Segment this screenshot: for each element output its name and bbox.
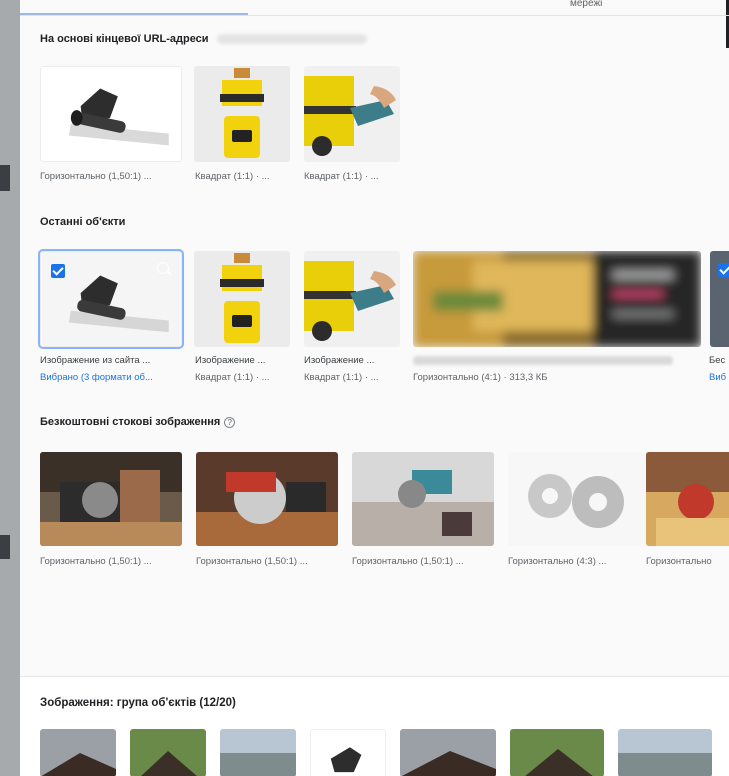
selected-group-bar: Зображення: група об'єктів (12/20): [20, 676, 729, 776]
image-tile-vacuum[interactable]: [194, 66, 290, 162]
tile-title: Изображение ...: [304, 355, 375, 366]
stock-tile-gears[interactable]: [508, 452, 650, 546]
saw-image: [646, 452, 729, 546]
tile-caption: Квадрат (1:1) · ...: [195, 171, 270, 182]
tab-bar: мережі: [20, 0, 729, 16]
section-title-url: На основі кінцевої URL-адреси: [40, 33, 367, 45]
tile-caption: Горизонтально (1,50:1) ...: [352, 556, 464, 567]
vacuum-use-image: [304, 66, 400, 162]
tile-caption: Горизонтально (4:3) ...: [508, 556, 607, 567]
tile-title: Бес: [709, 355, 726, 366]
vacuum-image: [194, 66, 290, 162]
group-thumb-cliff[interactable]: [220, 729, 296, 776]
group-thumb-house-2[interactable]: [510, 729, 604, 776]
banner-image-blurred: [413, 251, 701, 347]
tile-caption: Квадрат (1:1) · ...: [195, 372, 270, 383]
backdrop-page-strip: [0, 0, 20, 776]
tile-status-link[interactable]: Виб: [709, 372, 729, 383]
section-title-stock: Безкоштовні стокові зображення?: [40, 416, 236, 428]
tile-caption: Горизонтально (1,50:1) ...: [40, 556, 152, 567]
stock-tile-saw-partial[interactable]: [646, 452, 729, 546]
group-thumb-house[interactable]: [130, 729, 206, 776]
selected-checkbox-icon[interactable]: [718, 263, 729, 277]
recent-tile-vacuum-use[interactable]: [304, 251, 400, 347]
group-title: Зображення: група об'єктів (12/20): [40, 697, 236, 709]
tile-caption: Квадрат (1:1) · ...: [304, 372, 379, 383]
url-redacted: [216, 34, 367, 45]
recent-tile-banner[interactable]: [413, 251, 701, 347]
image-tile-vacuum-use[interactable]: [304, 66, 400, 162]
zoom-icon[interactable]: [157, 262, 169, 274]
image-tile-tool[interactable]: [40, 66, 182, 162]
section-title-recent: Останні об'єкти: [40, 216, 126, 228]
tile-caption: Горизонтально: [646, 556, 712, 567]
tile-caption: Горизонтально (1,50:1) ...: [40, 171, 152, 182]
tile-caption: Горизонтально (4:1) · 313,3 КБ: [413, 372, 548, 383]
mitre-saw-image: [40, 452, 182, 546]
selected-checkbox-icon[interactable]: [51, 264, 65, 278]
backdrop-block: [0, 165, 10, 191]
tab-networks[interactable]: мережі: [570, 0, 602, 9]
tile-caption: Квадрат (1:1) · ...: [304, 171, 379, 182]
group-thumb-tool[interactable]: [310, 729, 386, 776]
vacuum-image: [194, 251, 290, 347]
recent-tile-partial[interactable]: [710, 251, 729, 347]
tile-title-redacted: [413, 356, 673, 365]
section-stock-label: Безкоштовні стокові зображення: [40, 416, 221, 428]
recent-tile-tool[interactable]: [38, 249, 184, 349]
backdrop-block: [0, 535, 10, 559]
tile-status-link[interactable]: Вибрано (3 формати об...: [40, 372, 182, 383]
tile-title: Изображение из сайта ...: [40, 355, 151, 366]
active-tab-indicator: [20, 13, 248, 15]
tool-image: [41, 67, 181, 161]
recent-tile-vacuum[interactable]: [194, 251, 290, 347]
group-thumb-roof[interactable]: [40, 729, 116, 776]
stock-tile-circular-saw[interactable]: [196, 452, 338, 546]
stock-tile-mitre-saw[interactable]: [40, 452, 182, 546]
image-picker-dialog: мережі На основі кінцевої URL-адреси Гор…: [20, 0, 729, 776]
stock-tile-angle-grinder[interactable]: [352, 452, 494, 546]
gears-image: [508, 452, 650, 546]
tile-caption: Горизонтально (1,50:1) ...: [196, 556, 308, 567]
tile-title: Изображение ...: [195, 355, 266, 366]
vacuum-use-image: [304, 251, 400, 347]
group-thumb-roof-2[interactable]: [400, 729, 496, 776]
angle-grinder-image: [352, 452, 494, 546]
group-thumb-cliff-2[interactable]: [618, 729, 712, 776]
help-circle-icon[interactable]: ?: [224, 417, 236, 428]
section-url-label: На основі кінцевої URL-адреси: [40, 33, 209, 45]
circular-saw-image: [196, 452, 338, 546]
